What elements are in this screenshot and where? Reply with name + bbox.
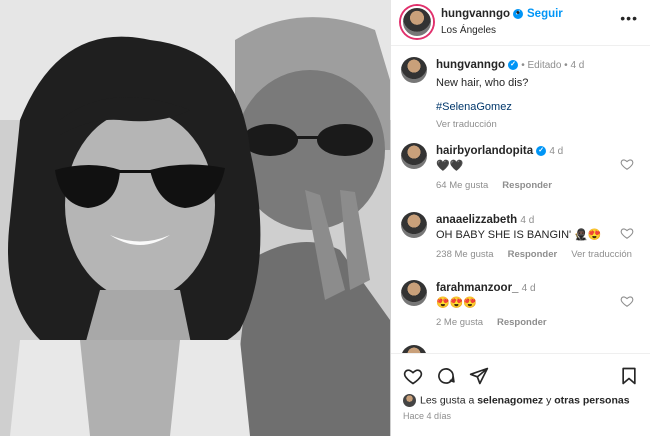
post-photo-image: [0, 0, 391, 436]
caption-edited: • Editado • 4 d: [521, 60, 585, 71]
post-timestamp[interactable]: Hace 4 días: [403, 411, 451, 421]
comment-actions: 2 Me gusta Responder: [436, 317, 561, 328]
share-paper-plane-icon[interactable]: [469, 366, 489, 386]
post-header: hungvanngo ✓ • Seguir Los Ángeles •••: [391, 0, 650, 46]
translate-link[interactable]: Ver traducción: [436, 119, 497, 130]
comment-text: 🖤🖤: [436, 160, 464, 172]
comment-avatar[interactable]: [401, 212, 427, 238]
comments-list[interactable]: hungvanngo ✓ • Editado • 4 d New hair, wh…: [391, 47, 650, 353]
comment-avatar[interactable]: [401, 280, 427, 306]
likes-prefix: Les gusta a: [420, 394, 478, 407]
comment-likes[interactable]: 64 Me gusta: [436, 180, 488, 191]
like-heart-icon[interactable]: [620, 226, 634, 240]
comment-bubble-icon[interactable]: [436, 366, 456, 386]
caption-actions: Ver traducción: [436, 119, 511, 130]
comment-actions: 238 Me gusta Responder Ver traducción: [436, 249, 646, 260]
translate-link[interactable]: Ver traducción: [571, 249, 632, 260]
comment-text: OH BABY SHE IS BANGIN' 🥷🏿😍: [436, 229, 602, 241]
caption-username[interactable]: hungvanngo ✓ • Editado • 4 d: [436, 59, 584, 71]
post-location[interactable]: Los Ángeles: [441, 25, 496, 36]
like-heart-icon[interactable]: [403, 366, 423, 386]
separator-dot: •: [516, 7, 520, 19]
post-side-panel: hungvanngo ✓ • Seguir Los Ángeles ••• hun…: [391, 0, 650, 436]
liker-avatar[interactable]: [403, 394, 416, 407]
comment-username[interactable]: anaaelizzabeth 4 d: [436, 214, 534, 226]
comment-avatar[interactable]: [401, 345, 427, 353]
author-username[interactable]: hungvanngo ✓: [441, 8, 523, 20]
comment-likes[interactable]: 238 Me gusta: [436, 249, 494, 260]
reply-button[interactable]: Responder: [508, 249, 558, 260]
likes-summary: Les gusta a selenagomez y otras personas: [403, 394, 630, 407]
liker-username[interactable]: selenagomez: [477, 394, 543, 406]
comment-age: 4 d: [520, 215, 535, 226]
comment-likes[interactable]: 2 Me gusta: [436, 317, 483, 328]
caption-avatar[interactable]: [401, 57, 427, 83]
comment-age: 4 d: [521, 283, 536, 294]
caption-text: New hair, who dis?: [436, 77, 529, 89]
post-photo[interactable]: [0, 0, 391, 436]
likes-middle: y: [543, 394, 555, 407]
reply-button[interactable]: Responder: [497, 317, 547, 328]
comment-username[interactable]: farahmanzoor_ 4 d: [436, 282, 536, 294]
caption-hashtag[interactable]: #SelenaGomez: [436, 101, 512, 113]
comment-age: 4 d: [549, 146, 564, 157]
reply-button[interactable]: Responder: [502, 180, 552, 191]
like-heart-icon[interactable]: [620, 294, 634, 308]
comment-avatar[interactable]: [401, 143, 427, 169]
post-footer: Les gusta a selenagomez y otras personas…: [391, 353, 650, 436]
author-avatar[interactable]: [401, 6, 433, 38]
comment-actions: 64 Me gusta Responder: [436, 180, 566, 191]
save-bookmark-icon[interactable]: [619, 366, 639, 386]
verified-badge-icon: ✓: [508, 59, 518, 70]
like-heart-icon[interactable]: [620, 157, 634, 171]
comment-username[interactable]: hairbyorlandopita ✓ 4 d: [436, 145, 563, 157]
verified-badge-icon: ✓: [536, 145, 547, 156]
follow-button[interactable]: Seguir: [527, 8, 563, 20]
likes-others-link[interactable]: otras personas: [554, 394, 629, 406]
comment-text: 😍😍😍: [436, 297, 478, 309]
more-options-icon[interactable]: •••: [620, 10, 638, 26]
